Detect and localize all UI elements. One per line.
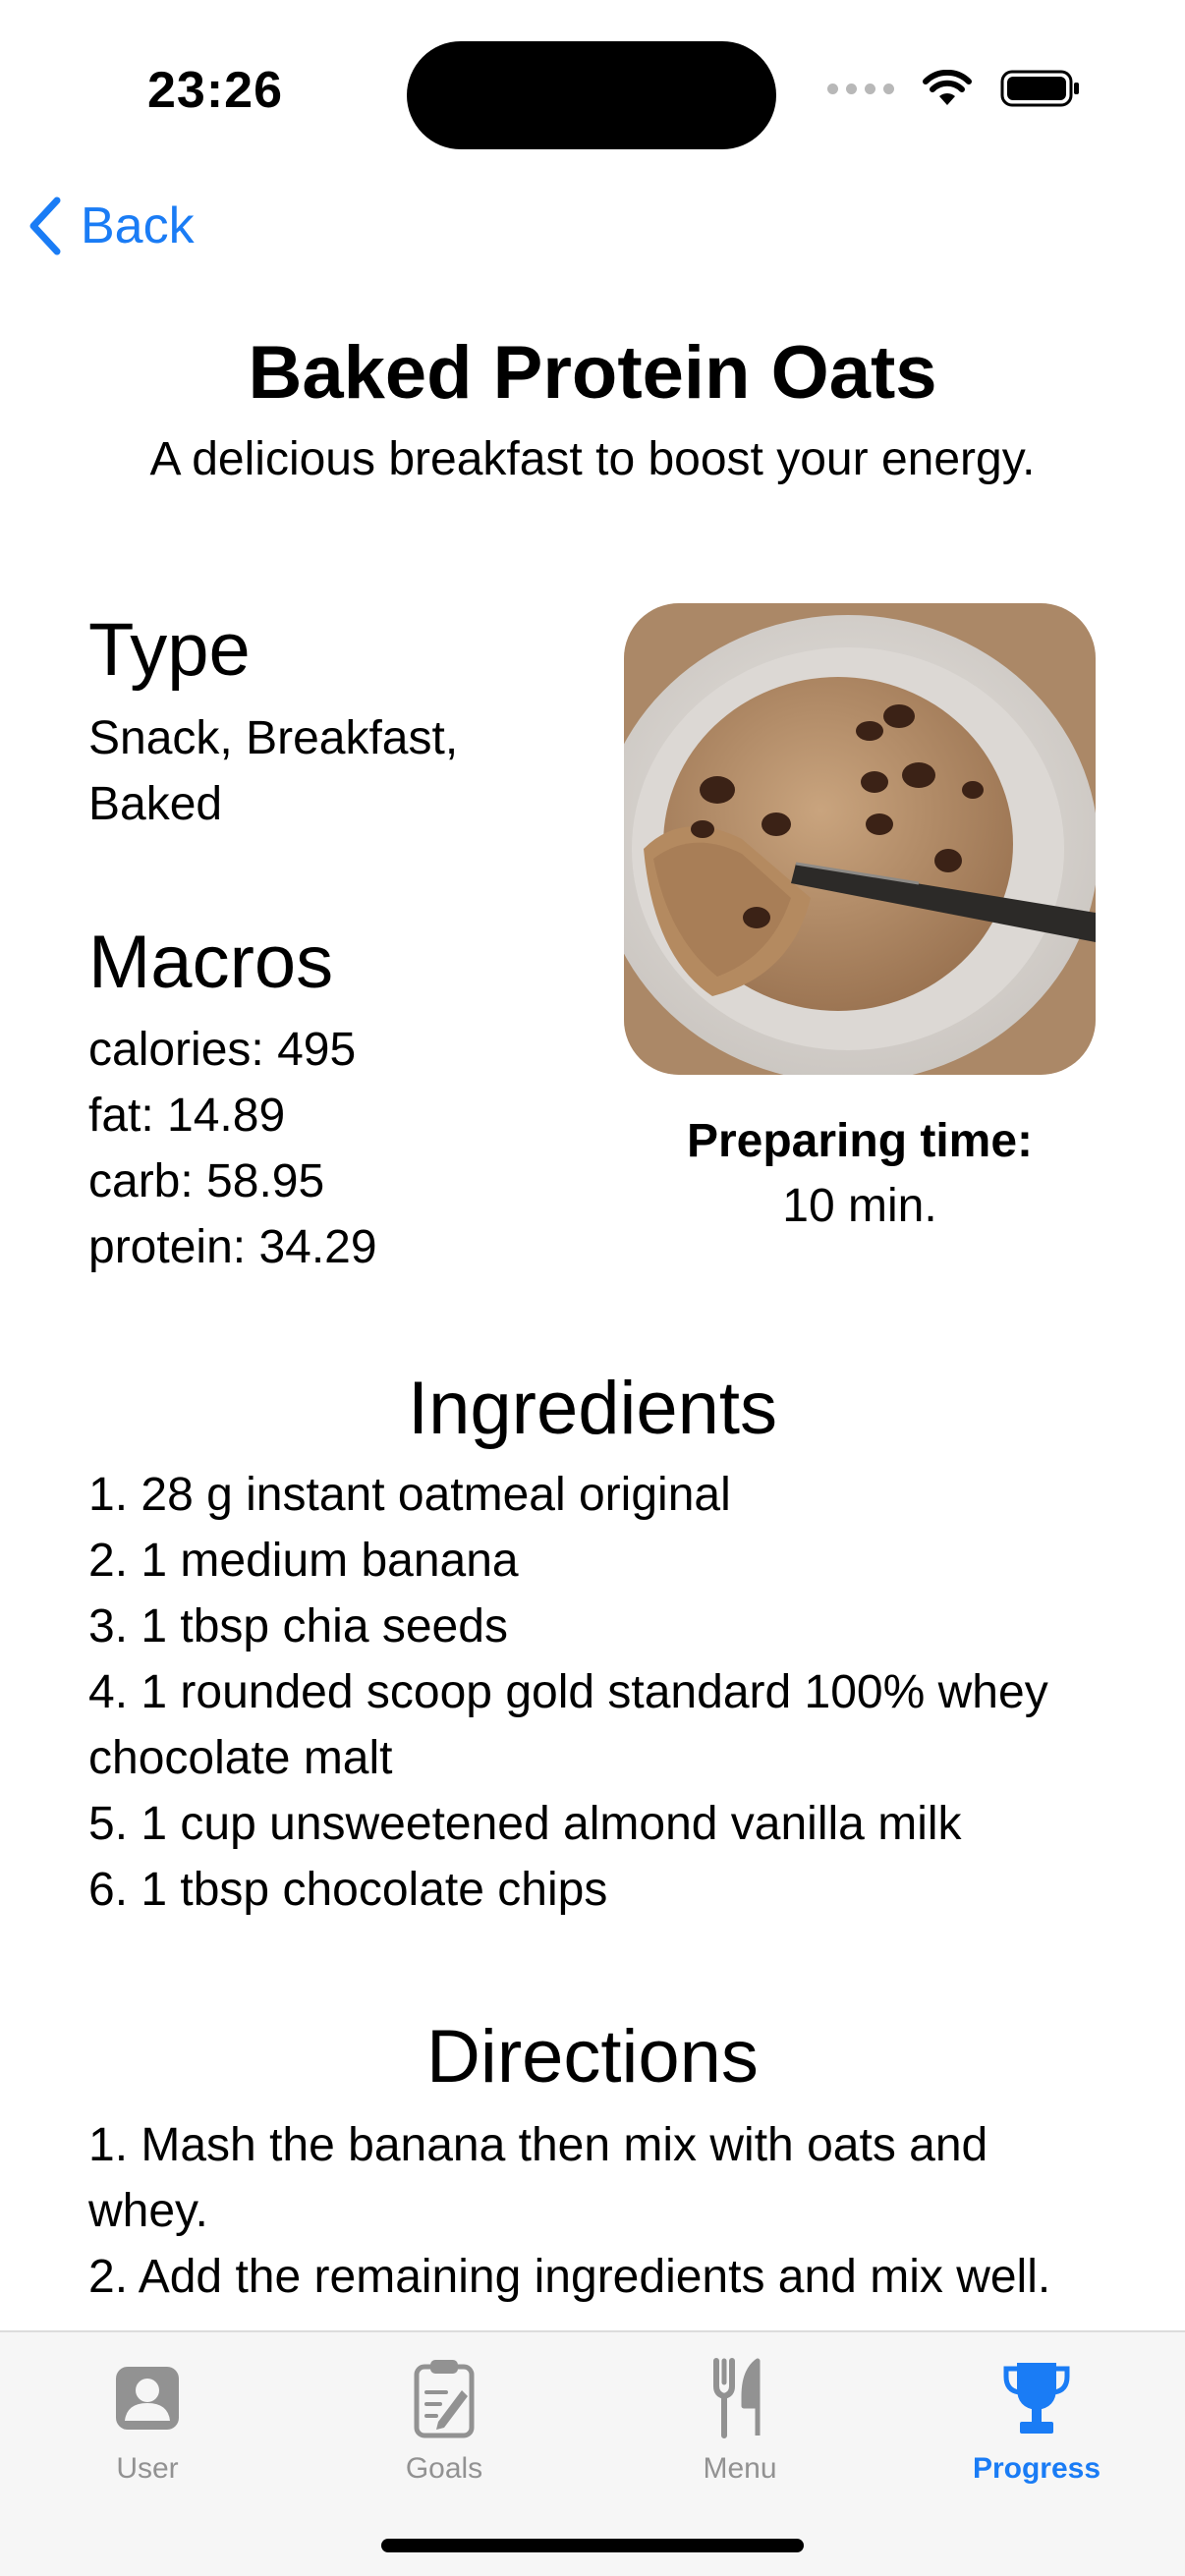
direction-item: 2. Add the remaining ingredients and mix…: [88, 2251, 1051, 2303]
ingredient-item: 1. 28 g instant oatmeal original: [88, 1469, 731, 1521]
direction-item: 1. Mash the banana then mix with oats an…: [88, 2119, 988, 2237]
type-value: Snack, Breakfast, Baked: [88, 712, 459, 830]
macro-carb: carb: 58.95: [88, 1155, 325, 1207]
prep-time-value: 10 min.: [782, 1180, 937, 1232]
home-indicator: [381, 2539, 804, 2552]
directions-heading: Directions: [426, 2015, 759, 2099]
status-time: 23:26: [147, 62, 283, 119]
tab-menu[interactable]: Menu: [622, 2354, 858, 2486]
dynamic-island: [407, 41, 776, 149]
macros-list: calories: 495 fat: 14.89 carb: 58.95 pro…: [88, 1017, 377, 1280]
macro-calories: calories: 495: [88, 1024, 357, 1076]
chevron-left-icon: [29, 196, 61, 255]
tab-label: Menu: [703, 2452, 777, 2485]
prep-time-label: Preparing time:: [686, 1115, 1034, 1167]
tab-label: User: [116, 2452, 179, 2485]
macro-fat: fat: 14.89: [88, 1090, 286, 1142]
directions-list: 1. Mash the banana then mix with oats an…: [88, 2112, 1071, 2310]
tab-progress[interactable]: Progress: [919, 2354, 1155, 2486]
ingredient-item: 4. 1 rounded scoop gold standard 100% wh…: [88, 1666, 1048, 1784]
clipboard-icon: [414, 2360, 475, 2438]
tab-user[interactable]: User: [29, 2354, 265, 2486]
fork-knife-icon: [713, 2358, 761, 2438]
trophy-icon: [1003, 2363, 1070, 2434]
ingredient-item: 5. 1 cup unsweetened almond vanilla milk: [88, 1798, 962, 1850]
tab-goals[interactable]: Goals: [326, 2354, 562, 2486]
type-heading: Type: [88, 608, 251, 692]
macros-heading: Macros: [88, 921, 334, 1004]
recipe-photo: [624, 603, 1096, 1075]
ingredient-item: 3. 1 tbsp chia seeds: [88, 1600, 508, 1652]
ingredient-item: 2. 1 medium banana: [88, 1535, 519, 1587]
tab-label: Progress: [972, 2452, 1101, 2485]
person-icon: [116, 2367, 179, 2430]
back-label: Back: [81, 197, 195, 254]
tab-label: Goals: [405, 2452, 483, 2485]
status-indicators: [827, 69, 1081, 108]
ingredients-list: 1. 28 g instant oatmeal original 2. 1 me…: [88, 1462, 1110, 1923]
wifi-icon: [923, 70, 972, 105]
cellular-signal-icon: [827, 83, 894, 94]
ingredient-item: 6. 1 tbsp chocolate chips: [88, 1864, 608, 1916]
macro-protein: protein: 34.29: [88, 1221, 377, 1273]
recipe-subtitle: A delicious breakfast to boost your ener…: [149, 433, 1036, 485]
ingredients-heading: Ingredients: [407, 1367, 778, 1450]
battery-icon: [1000, 70, 1079, 107]
recipe-title: Baked Protein Oats: [248, 331, 937, 415]
back-button[interactable]: Back: [26, 196, 195, 255]
